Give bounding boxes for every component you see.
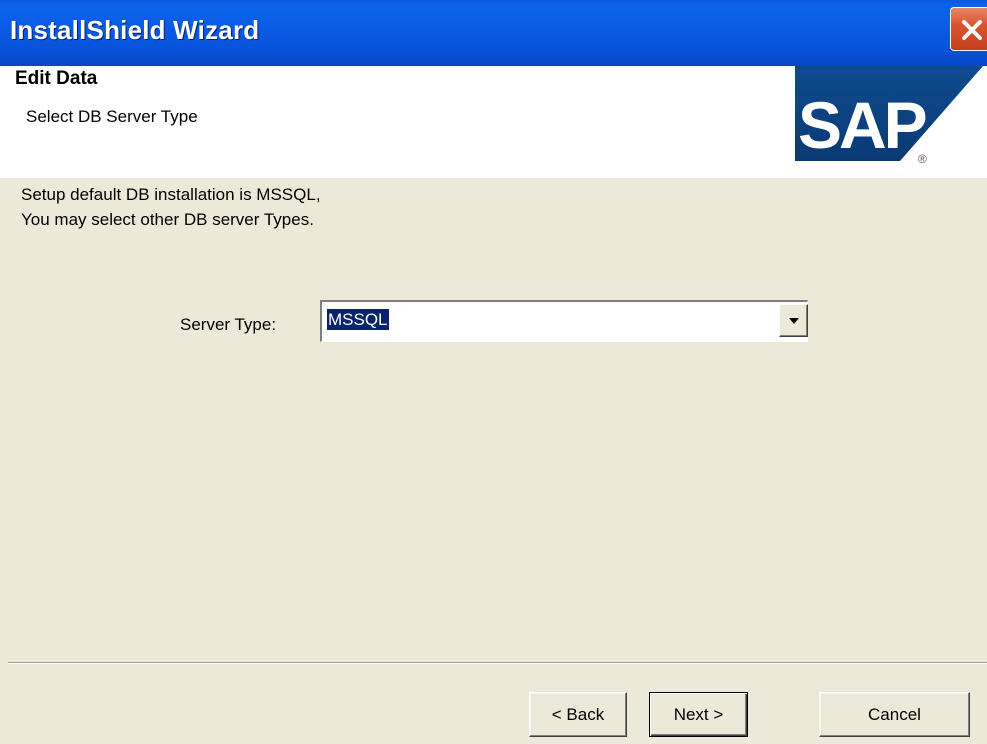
content-area [0, 178, 987, 664]
logo-text: SAP [798, 88, 926, 162]
back-button[interactable]: < Back [529, 692, 627, 737]
chevron-down-icon [789, 318, 799, 324]
close-icon [962, 20, 982, 40]
close-button[interactable] [950, 7, 987, 51]
page-subtitle: Select DB Server Type [26, 107, 198, 126]
title-bar: InstallShield Wizard [0, 0, 987, 66]
dropdown-button[interactable] [779, 304, 808, 337]
server-type-combobox[interactable]: MSSQL [320, 300, 808, 342]
separator [8, 662, 987, 664]
sap-logo: SAP ® [770, 66, 987, 178]
cancel-button[interactable]: Cancel [819, 692, 970, 737]
description-line: Setup default DB installation is MSSQL, [21, 185, 321, 204]
window-title: InstallShield Wizard [10, 15, 260, 45]
description-line: You may select other DB server Types. [21, 210, 314, 229]
page-title: Edit Data [15, 68, 98, 89]
server-type-value[interactable]: MSSQL [327, 309, 389, 330]
server-type-label: Server Type: [180, 315, 277, 334]
svg-text:®: ® [918, 152, 927, 166]
next-button[interactable]: Next > [649, 692, 748, 737]
